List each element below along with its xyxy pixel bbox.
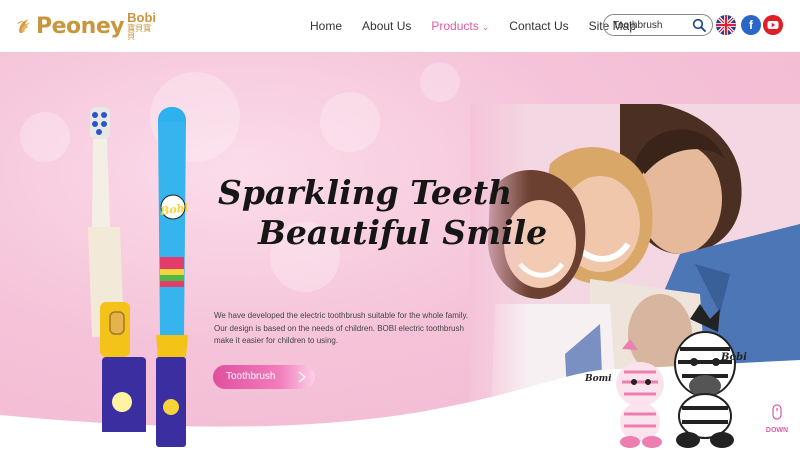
english-flag-icon[interactable] [716, 15, 736, 35]
nav-contact-us[interactable]: Contact Us [509, 19, 568, 33]
phoenix-logo-icon [17, 19, 30, 33]
nav-products[interactable]: Products ⌄ [431, 19, 489, 33]
toothbrush-button-label: Toothbrush [226, 371, 276, 382]
site-header: Peoney Bobi 寶貝寶貝 Home About Us Products ⌄… [0, 0, 800, 52]
youtube-icon[interactable] [763, 15, 783, 35]
nav-about-us[interactable]: About Us [362, 19, 411, 33]
scroll-down-label: DOWN [765, 427, 789, 434]
nav-products-label: Products [431, 19, 479, 33]
bokeh-light [420, 62, 460, 102]
mascot-bobi-label: Bobi [721, 352, 747, 363]
nav-home[interactable]: Home [310, 19, 342, 33]
hero-description: We have developed the electric toothbrus… [214, 311, 469, 345]
hero-headline: Sparkling Teeth Beautiful Smile [218, 173, 547, 253]
mouse-scroll-icon [772, 404, 782, 420]
bokeh-light [320, 92, 380, 152]
brand-name: Peoney [36, 13, 125, 39]
search-icon[interactable] [692, 18, 706, 32]
chevron-right-icon [298, 371, 307, 383]
brand-sub-cn: 寶貝寶貝 [127, 24, 152, 41]
headline-line-1: Sparkling Teeth [218, 173, 513, 212]
bokeh-light [20, 112, 70, 162]
toothbrush-button[interactable]: Toothbrush [213, 365, 315, 389]
scroll-down-button[interactable]: DOWN [765, 404, 789, 434]
brand-sub: Bobi 寶貝寶貝 [127, 11, 156, 41]
headline-line-2: Beautiful Smile [258, 213, 548, 252]
search-box [603, 14, 713, 36]
brand-sub-en: Bobi [127, 10, 156, 25]
chevron-down-icon: ⌄ [481, 22, 490, 32]
toothbrush-image [88, 107, 188, 447]
mascot-bomi-label: Bomi [585, 374, 612, 384]
site-logo[interactable]: Peoney Bobi 寶貝寶貝 [16, 8, 156, 44]
hero-banner: Bobi Sparkling Teeth Beautiful Smile We … [0, 52, 800, 450]
facebook-icon[interactable]: f [741, 15, 761, 35]
zebra-mascots [616, 304, 736, 448]
search-input[interactable] [613, 19, 693, 31]
